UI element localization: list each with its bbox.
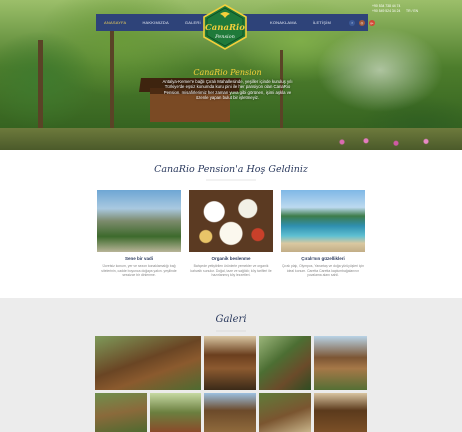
feature-image-beach (281, 190, 365, 252)
logo-line1: CanaRio (205, 23, 245, 33)
feature-text: Ücretsiz konum, yer ve sezon konaklamalı… (101, 264, 177, 278)
feature-card: Organik beslenme Bahçede yetiştirilen ür… (189, 190, 273, 278)
feature-card: Çıralı'nın güzellikleri Çıralı plajı, Ol… (281, 190, 365, 278)
language-switch[interactable]: TR / EN (406, 9, 418, 13)
gallery-photo[interactable] (95, 336, 201, 390)
nav-item-about[interactable]: HAKKIMIZDA (134, 14, 176, 31)
feature-title: Organik beslenme (211, 256, 251, 261)
tree-trunk (110, 30, 114, 130)
feature-image-valley (97, 190, 181, 252)
nav-item-home[interactable]: ANASAYFA (96, 14, 134, 31)
flower-bed (330, 136, 450, 148)
title-divider (216, 330, 246, 332)
logo-line2: Pension (214, 34, 235, 40)
gallery-photo[interactable] (204, 336, 256, 390)
gallery-title: Galeri (215, 314, 247, 325)
instagram-icon[interactable]: ◎ (358, 19, 365, 26)
feature-title: Çıralı'nın güzellikleri (301, 256, 345, 261)
feature-text: Çıralı plajı, Olympos, Yanartaş ve doğa … (281, 264, 365, 278)
tree-trunk (38, 40, 43, 130)
gallery-photo[interactable] (314, 393, 367, 432)
hero-text-block: CanaRio Pension Antalya-Kemer'e bağlı Çı… (160, 68, 295, 101)
phone-number[interactable]: +90 549 524 34 24 (372, 9, 400, 14)
hero-description: Antalya-Kemer'e bağlı Çıralı Mahallesind… (162, 79, 293, 101)
feature-text: Bahçede yetiştirilen ürünlerle yemekler … (190, 264, 272, 278)
gallery-photo[interactable] (150, 393, 201, 432)
gallery-photo[interactable] (204, 393, 256, 432)
welcome-title: CanaRio Pension'a Hoş Geldiniz (154, 164, 308, 175)
nav-item-contact[interactable]: İLETİŞİM (305, 14, 339, 31)
title-divider (206, 179, 256, 181)
gallery-photo[interactable] (259, 393, 311, 432)
welcome-section: CanaRio Pension'a Hoş Geldiniz Sene bir … (0, 150, 462, 298)
gallery-section: Galeri (0, 298, 462, 432)
gallery-photo[interactable] (95, 393, 147, 432)
feature-image-breakfast (189, 190, 273, 252)
facebook-icon[interactable]: f (348, 19, 355, 26)
feature-card: Sene bir vadi Ücretsiz konum, yer ve sez… (97, 190, 181, 278)
hero-title: CanaRio Pension (193, 68, 262, 77)
contact-phones: +90 534 738 44 74 +90 549 524 34 24 (372, 4, 400, 14)
nav-item-accommodation[interactable]: KONAKLAMA (262, 14, 305, 31)
google-plus-icon[interactable]: g+ (368, 19, 375, 26)
gallery-photo[interactable] (314, 336, 367, 390)
gallery-photo[interactable] (259, 336, 311, 390)
feature-title: Sene bir vadi (124, 256, 153, 261)
nav-left-group: ANASAYFA HAKKIMIZDA GALERİ (96, 14, 206, 31)
site-logo[interactable]: CanaRio Pension (202, 4, 248, 50)
hero-banner: ANASAYFA HAKKIMIZDA GALERİ KONAKLAMA İLE… (0, 0, 462, 150)
nav-right-group: KONAKLAMA İLETİŞİM f ◎ g+ (262, 14, 375, 31)
